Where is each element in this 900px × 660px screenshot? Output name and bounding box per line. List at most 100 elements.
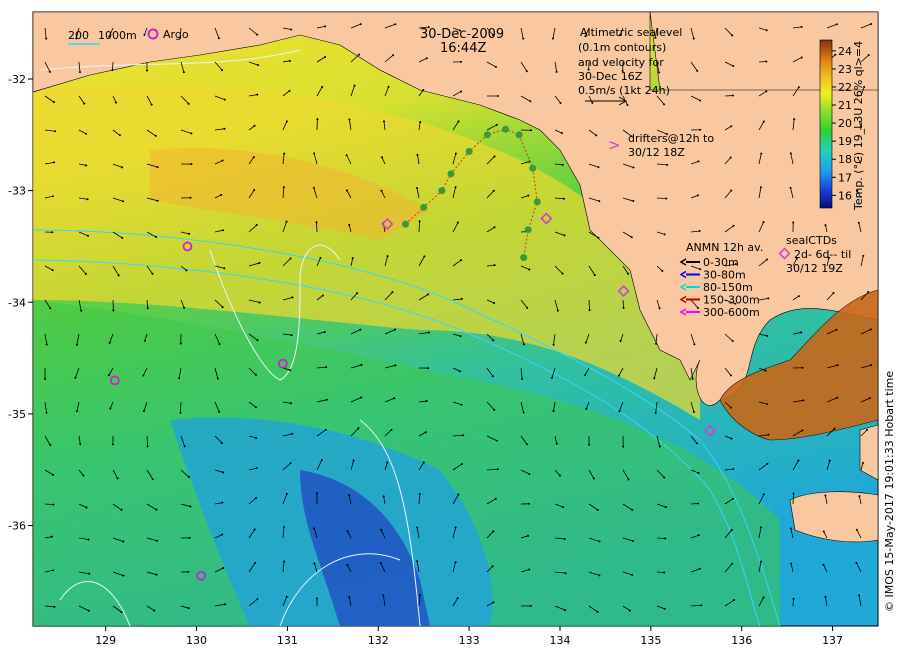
velocity-arrowhead bbox=[422, 89, 425, 92]
velocity-arrowhead bbox=[552, 410, 555, 413]
velocity-arrowhead bbox=[828, 459, 831, 462]
seal-legend-line2: 30/12 19Z bbox=[786, 262, 843, 275]
velocity-arrowhead bbox=[155, 236, 158, 239]
velocity-arrowhead bbox=[730, 437, 733, 440]
velocity-arrowhead bbox=[654, 411, 657, 414]
velocity-arrowhead bbox=[585, 407, 588, 410]
velocity-arrowhead bbox=[695, 442, 698, 445]
velocity-arrowhead bbox=[321, 85, 324, 88]
velocity-arrowhead bbox=[493, 408, 496, 411]
velocity-arrowhead bbox=[454, 186, 457, 189]
velocity-arrowhead bbox=[253, 528, 256, 531]
velocity-arrowhead bbox=[632, 200, 635, 203]
velocity-arrowhead bbox=[145, 69, 148, 72]
velocity-arrowhead bbox=[218, 410, 221, 413]
velocity-arrowhead bbox=[800, 25, 803, 28]
drifter-position bbox=[447, 170, 455, 178]
velocity-arrowhead bbox=[731, 34, 734, 37]
velocity-arrowhead bbox=[419, 121, 422, 124]
velocity-arrowhead bbox=[457, 493, 460, 496]
velocity-arrowhead bbox=[562, 197, 565, 200]
velocity-arrowhead bbox=[415, 186, 418, 189]
velocity-arrowhead bbox=[320, 459, 323, 462]
x-tick-label: 132 bbox=[368, 634, 389, 647]
velocity-arrowhead bbox=[731, 497, 734, 500]
velocity-arrowhead bbox=[416, 153, 419, 156]
y-axis-ticks: -32 -33 -34 -35 -36 bbox=[8, 73, 33, 533]
velocity-arrowhead bbox=[454, 561, 457, 564]
velocity-arrow bbox=[112, 61, 114, 71]
velocity-arrowhead bbox=[291, 296, 294, 299]
velocity-arrowhead bbox=[618, 410, 621, 413]
velocity-arrowhead bbox=[183, 445, 186, 448]
velocity-arrowhead bbox=[221, 501, 224, 504]
velocity-arrowhead bbox=[522, 411, 525, 414]
velocity-arrowhead bbox=[593, 274, 596, 277]
colorbar-tick-label: 16 bbox=[838, 189, 852, 202]
anmn-legend-label: 0-30m bbox=[703, 256, 739, 269]
velocity-arrowhead bbox=[495, 439, 498, 442]
velocity-arrowhead bbox=[730, 529, 733, 532]
velocity-arrowhead bbox=[285, 120, 288, 123]
velocity-arrow bbox=[758, 61, 767, 63]
velocity-arrowhead bbox=[792, 221, 795, 224]
velocity-arrowhead bbox=[663, 233, 666, 236]
velocity-arrowhead bbox=[867, 54, 870, 57]
velocity-arrowhead bbox=[393, 397, 396, 400]
velocity-arrowhead bbox=[658, 307, 661, 310]
argo-legend-label: Argo bbox=[163, 28, 189, 41]
velocity-arrowhead bbox=[289, 369, 292, 372]
velocity-arrowhead bbox=[178, 377, 181, 380]
velocity-arrowhead bbox=[48, 70, 51, 73]
velocity-arrowhead bbox=[189, 505, 192, 508]
velocity-arrowhead bbox=[142, 374, 145, 377]
velocity-arrowhead bbox=[663, 103, 666, 106]
velocity-arrowhead bbox=[222, 471, 225, 474]
velocity-arrowhead bbox=[732, 64, 735, 67]
velocity-arrowhead bbox=[766, 462, 769, 465]
velocity-arrowhead bbox=[584, 373, 587, 376]
anmn-legend-label: 80-150m bbox=[703, 281, 753, 294]
velocity-arrowhead bbox=[111, 69, 114, 72]
velocity-arrowhead bbox=[797, 459, 800, 462]
velocity-arrowhead bbox=[360, 363, 363, 366]
velocity-arrowhead bbox=[319, 257, 322, 260]
velocity-arrowhead bbox=[492, 601, 495, 604]
velocity-arrowhead bbox=[729, 156, 732, 159]
velocity-arrowhead bbox=[283, 152, 286, 155]
velocity-arrowhead bbox=[85, 132, 88, 135]
velocity-arrowhead bbox=[223, 267, 226, 270]
x-tick-label: 135 bbox=[640, 634, 661, 647]
velocity-arrowhead bbox=[870, 22, 873, 25]
velocity-arrowhead bbox=[597, 236, 600, 239]
drifter-position bbox=[529, 164, 537, 172]
velocity-arrowhead bbox=[390, 428, 393, 431]
velocity-arrowhead bbox=[54, 130, 57, 133]
velocity-arrowhead bbox=[425, 400, 428, 403]
velocity-arrow bbox=[146, 435, 148, 447]
velocity-arrowhead bbox=[188, 232, 191, 235]
velocity-arrowhead bbox=[584, 341, 587, 344]
velocity-arrowhead bbox=[324, 428, 327, 431]
velocity-arrowhead bbox=[187, 607, 190, 610]
sealevel-note-line3: and velocity for bbox=[578, 56, 664, 69]
velocity-arrowhead bbox=[458, 370, 461, 373]
velocity-arrowhead bbox=[53, 161, 56, 164]
velocity-arrowhead bbox=[386, 255, 389, 258]
velocity-arrowhead bbox=[323, 330, 326, 333]
velocity-arrowhead bbox=[426, 367, 429, 370]
velocity-arrowhead bbox=[559, 102, 562, 105]
velocity-arrowhead bbox=[868, 397, 871, 400]
velocity-arrowhead bbox=[223, 127, 226, 130]
sealevel-note-line1: Altimetric sealevel bbox=[580, 26, 682, 39]
velocity-arrowhead bbox=[217, 37, 220, 40]
velocity-arrowhead bbox=[598, 200, 601, 203]
velocity-arrowhead bbox=[870, 364, 873, 367]
velocity-arrowhead bbox=[832, 291, 835, 294]
velocity-arrowhead bbox=[423, 255, 426, 258]
velocity-arrowhead bbox=[289, 402, 292, 405]
velocity-arrowhead bbox=[630, 236, 633, 239]
velocity-arrowhead bbox=[288, 59, 291, 62]
velocity-arrowhead bbox=[52, 101, 55, 104]
velocity-arrowhead bbox=[121, 166, 124, 169]
